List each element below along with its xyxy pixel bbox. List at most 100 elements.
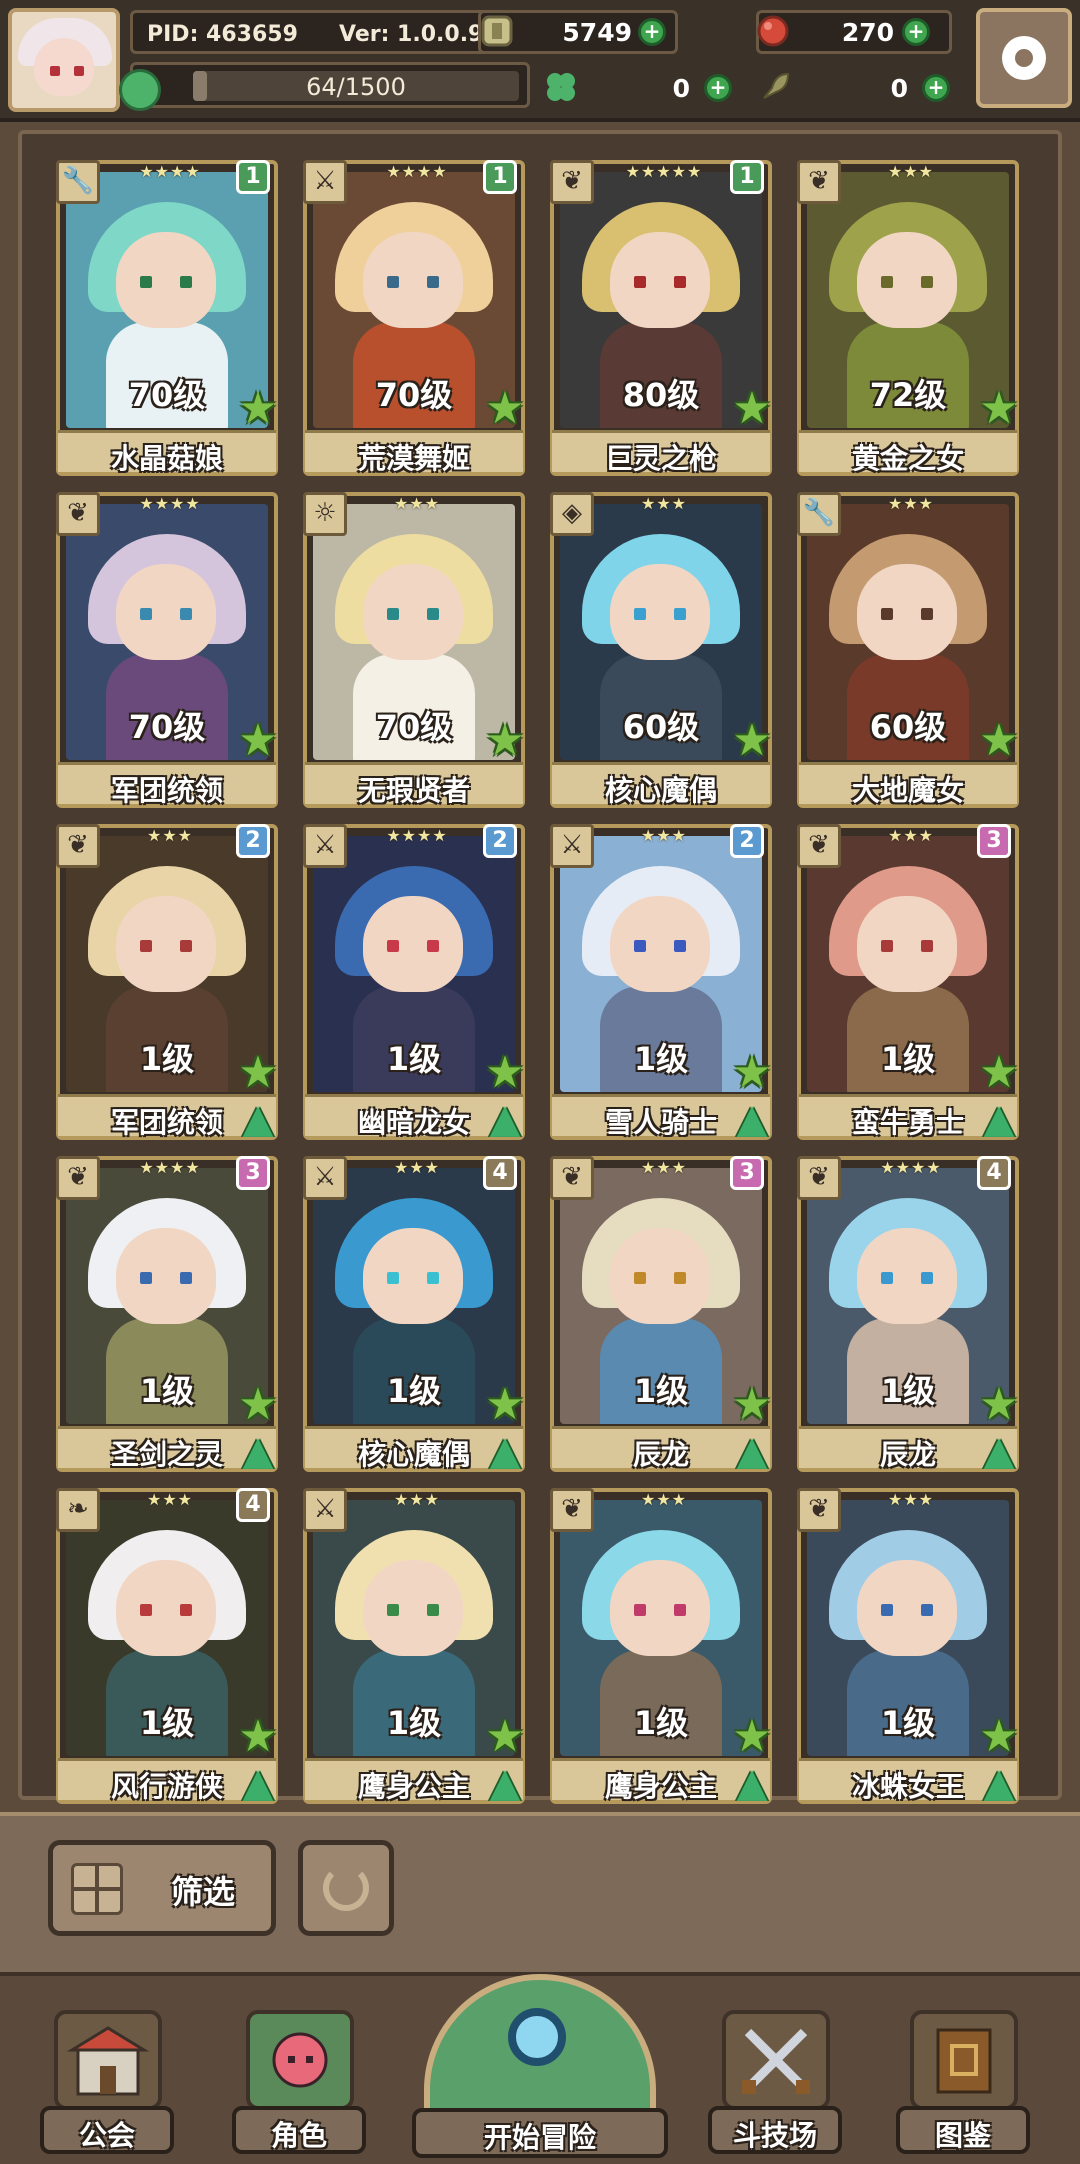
portrait-face (857, 564, 957, 660)
star-upgrade-icon: ★ (979, 1379, 1019, 1430)
nav-guild[interactable]: 公会 (40, 2010, 174, 2156)
portrait-face (116, 564, 216, 660)
portrait-eye (634, 1272, 646, 1284)
star-upgrade-icon: ★ (732, 1047, 772, 1098)
gold-value: 5749 (562, 18, 632, 47)
star-upgrade-icon: ★ (238, 383, 278, 434)
rank-badge: 3 (730, 1156, 764, 1190)
portrait-face (363, 232, 463, 328)
wrench-icon: 🔧 (797, 492, 841, 536)
nav-arena[interactable]: 斗技场 (708, 2010, 842, 2156)
character-card[interactable]: ◈ ★★★ 60级 核心魔偶 ★ (550, 492, 772, 808)
star-rating: ★★★ (393, 494, 441, 513)
star-rating: ★★★★ (386, 826, 448, 845)
portrait-eye (921, 1604, 933, 1616)
settings-button[interactable] (976, 8, 1072, 108)
portrait-face (363, 1560, 463, 1656)
portrait-eye (881, 276, 893, 288)
character-icon (272, 2032, 328, 2088)
portrait-eye (427, 608, 439, 620)
character-card[interactable]: ❦ ★★★★★ 80级 巨灵之枪 ★ 1 (550, 160, 772, 476)
book-icon (936, 2028, 992, 2094)
refresh-button[interactable] (298, 1840, 394, 1936)
character-card[interactable]: ⚔ ★★★ 1级 雪人骑士 ★ 2 ▲ (550, 824, 772, 1140)
portrait-face (610, 564, 710, 660)
character-card[interactable]: ☼ ★★★ 70级 无瑕贤者 ★ (303, 492, 525, 808)
star-rating: ★★★ (393, 1490, 441, 1509)
feather-icon: ❦ (56, 492, 100, 536)
gem-value: 270 (841, 18, 894, 47)
name-plate: 无瑕贤者 (305, 762, 523, 807)
character-card[interactable]: ❦ ★★★★ 70级 军团统领 ★ (56, 492, 278, 808)
character-card[interactable]: ⚔ ★★★ 1级 鹰身公主 ★ ▲ (303, 1488, 525, 1804)
character-card[interactable]: ❦ ★★★ 1级 蛮牛勇士 ★ 3 ▲ (797, 824, 1019, 1140)
star-upgrade-icon: ★ (732, 383, 772, 434)
nav-start-label: 开始冒险 (483, 2121, 596, 2154)
guild-frame (54, 2010, 162, 2110)
feather-icon: ❦ (797, 1156, 841, 1200)
character-card[interactable]: ❦ ★★★ 1级 军团统领 ★ 2 ▲ (56, 824, 278, 1140)
portrait-eye (387, 276, 399, 288)
portrait-eye (881, 940, 893, 952)
top-bar: PID: 463659 Ver: 1.0.0.9 64/1500 5749 + … (0, 0, 1080, 122)
star-rating: ★★★ (146, 826, 194, 845)
portrait-face (857, 1560, 957, 1656)
level-up-arrow-icon: ▲ (489, 1096, 521, 1142)
character-card[interactable]: ❦ ★★★ 72级 黄金之女 ★ (797, 160, 1019, 476)
shield-icon: ◈ (550, 492, 594, 536)
portrait-eye (180, 1604, 192, 1616)
name-plate: 军团统领 (58, 762, 276, 807)
character-name: 核心魔偶 (604, 774, 717, 807)
portrait-face (610, 232, 710, 328)
gear-icon (1002, 36, 1046, 80)
character-card[interactable]: ⚔ ★★★★ 1级 幽暗龙女 ★ 2 ▲ (303, 824, 525, 1140)
portrait-eye (674, 940, 686, 952)
rank-badge: 2 (236, 824, 270, 858)
star-upgrade-icon: ★ (485, 1047, 525, 1098)
energy-icon (119, 69, 161, 111)
character-card[interactable]: ❦ ★★★★ 1级 辰龙 ★ 4 ▲ (797, 1156, 1019, 1472)
character-card[interactable]: ❦ ★★★★ 1级 圣剑之灵 ★ 3 ▲ (56, 1156, 278, 1472)
star-upgrade-icon: ★ (732, 1711, 772, 1762)
sword-icon: ⚔ (303, 1488, 347, 1532)
portrait-eye (387, 940, 399, 952)
character-card[interactable]: ❧ ★★★ 1级 风行游侠 ★ 4 ▲ (56, 1488, 278, 1804)
game-version: Ver: 1.0.0.9 (339, 22, 484, 47)
add-gem-button[interactable]: + (902, 18, 930, 46)
nav-character[interactable]: 角色 (232, 2010, 366, 2156)
character-card[interactable]: ⚔ ★★★★ 70级 荒漠舞姬 ★ 1 (303, 160, 525, 476)
add-clover-button[interactable]: + (704, 74, 732, 102)
level-up-arrow-icon: ▲ (489, 1760, 521, 1806)
red-gem-icon (757, 15, 789, 47)
leaf-icon: ❧ (56, 1488, 100, 1532)
portrait-eye (387, 1604, 399, 1616)
star-rating: ★★★★ (139, 494, 201, 513)
sword-icon: ⚔ (303, 1156, 347, 1200)
star-upgrade-icon: ★ (485, 383, 525, 434)
character-name: 黄金之女 (851, 442, 964, 475)
filter-button[interactable]: 筛选 (48, 1840, 276, 1936)
level-up-arrow-icon: ▲ (736, 1428, 768, 1474)
portrait-eye (387, 608, 399, 620)
feather-icon: ❦ (550, 1488, 594, 1532)
add-leaf-token-button[interactable]: + (922, 74, 950, 102)
character-card[interactable]: ❦ ★★★ 1级 鹰身公主 ★ ▲ (550, 1488, 772, 1804)
nav-start-adventure[interactable]: 开始冒险 (412, 1974, 668, 2160)
star-rating: ★★★ (393, 1158, 441, 1177)
character-card[interactable]: 🔧 ★★★ 60级 大地魔女 ★ (797, 492, 1019, 808)
magnifier-icon (508, 2008, 566, 2066)
character-card[interactable]: ⚔ ★★★ 1级 核心魔偶 ★ 4 ▲ (303, 1156, 525, 1472)
rank-badge: 1 (236, 160, 270, 194)
name-plate: 大地魔女 (799, 762, 1017, 807)
character-card[interactable]: 🔧 ★★★★ 70级 水晶菇娘 ★ 1 (56, 160, 278, 476)
character-card[interactable]: ❦ ★★★ 1级 冰蛛女王 ★ ▲ (797, 1488, 1019, 1804)
star-rating: ★★★ (887, 826, 935, 845)
character-name: 荒漠舞姬 (357, 442, 470, 475)
star-upgrade-icon: ★ (485, 1379, 525, 1430)
rank-badge: 1 (730, 160, 764, 194)
nav-codex[interactable]: 图鉴 (896, 2010, 1030, 2156)
character-card[interactable]: ❦ ★★★ 1级 辰龙 ★ 3 ▲ (550, 1156, 772, 1472)
player-avatar[interactable] (8, 8, 120, 112)
add-gold-button[interactable]: + (638, 18, 666, 46)
portrait-eye (921, 608, 933, 620)
